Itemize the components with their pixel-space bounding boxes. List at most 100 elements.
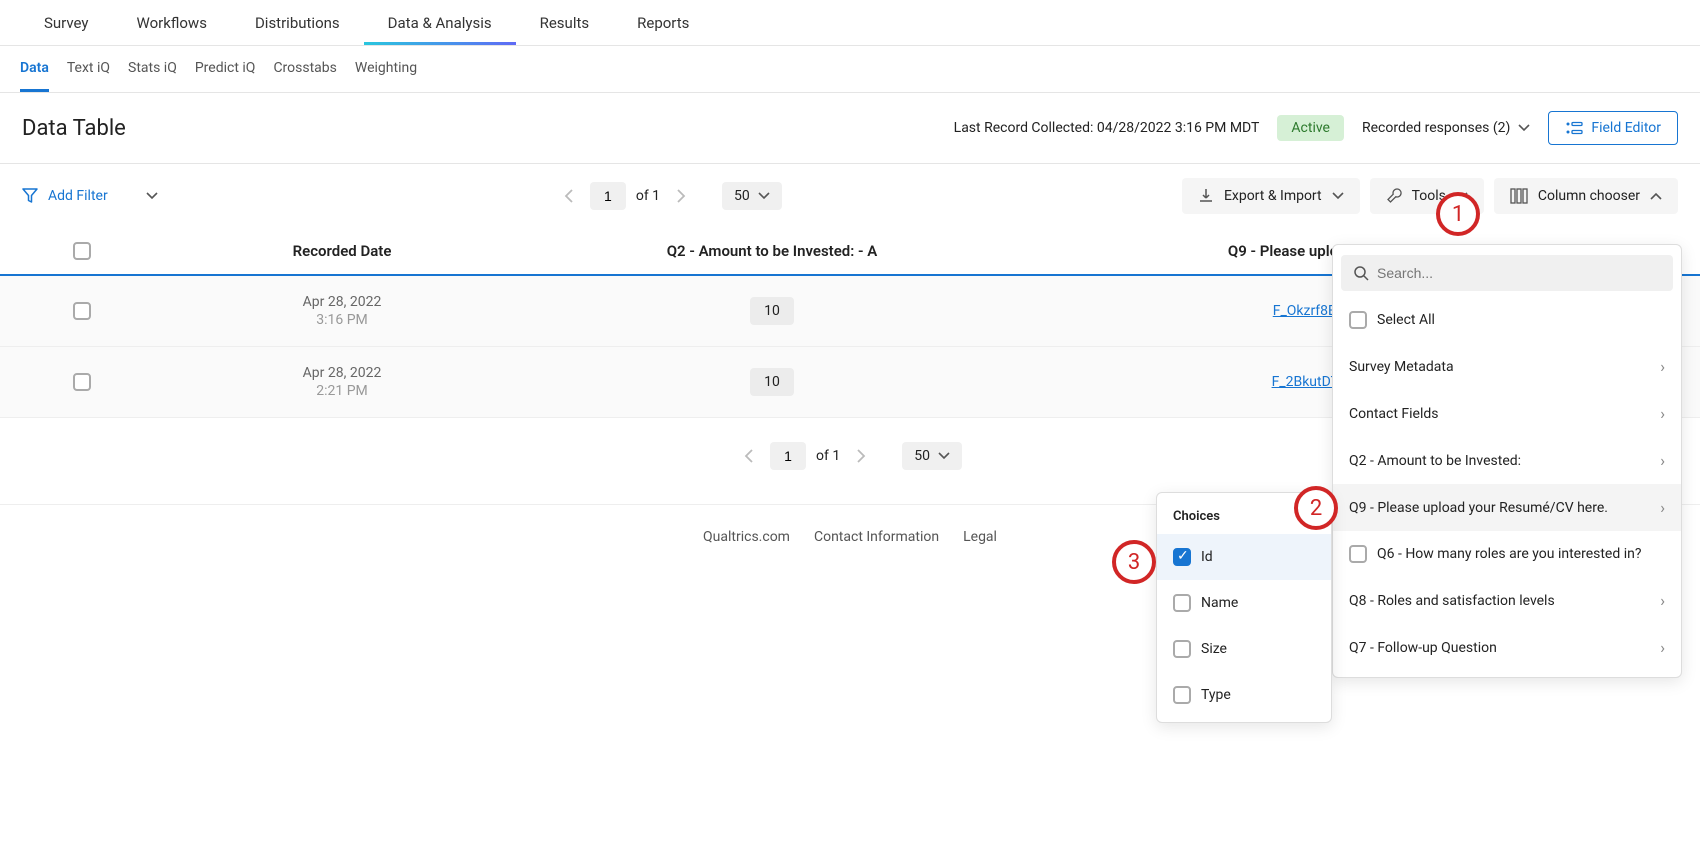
chevron-right-icon: › <box>1660 451 1665 470</box>
column-recorded-date[interactable]: Recorded Date <box>142 242 542 260</box>
chevron-down-icon <box>1518 124 1530 132</box>
annotation-3: 3 <box>1112 540 1156 584</box>
wrench-icon <box>1386 188 1402 204</box>
row-q2-value: 10 <box>750 297 794 325</box>
page-of-label: of 1 <box>816 448 840 464</box>
page-next-button[interactable] <box>850 443 872 469</box>
cc-item-label: Q9 - Please upload your Resumé/CV here. <box>1349 500 1608 516</box>
cc-item-label: Survey Metadata <box>1349 359 1454 375</box>
column-chooser-item-q8[interactable]: Q8 - Roles and satisfaction levels › <box>1333 577 1681 624</box>
field-editor-button[interactable]: Field Editor <box>1548 111 1678 145</box>
cc-item-label: Q6 - How many roles are you interested i… <box>1377 546 1641 562</box>
column-chooser-item-q7[interactable]: Q7 - Follow-up Question › <box>1333 624 1681 671</box>
page-number-input[interactable] <box>590 182 626 210</box>
choice-label: Type <box>1201 687 1231 703</box>
choice-item-id[interactable]: Id <box>1157 534 1331 580</box>
footer-legal-link[interactable]: Legal <box>963 529 997 545</box>
tab-distributions[interactable]: Distributions <box>231 2 364 44</box>
choice-size-checkbox[interactable] <box>1173 640 1191 658</box>
chevron-down-icon <box>146 192 158 200</box>
page-of-label: of 1 <box>636 188 660 204</box>
row-time: 2:21 PM <box>142 383 542 399</box>
choice-item-name[interactable]: Name <box>1157 580 1331 626</box>
footer-qualtrics-link[interactable]: Qualtrics.com <box>703 529 790 545</box>
choice-type-checkbox[interactable] <box>1173 686 1191 704</box>
select-all-checkbox[interactable] <box>73 242 91 260</box>
column-chooser-item-q2[interactable]: Q2 - Amount to be Invested: › <box>1333 437 1681 484</box>
row-time: 3:16 PM <box>142 312 542 328</box>
footer-contact-link[interactable]: Contact Information <box>814 529 939 545</box>
chevron-down-icon <box>938 452 950 460</box>
page-next-button[interactable] <box>670 183 692 209</box>
subtab-crosstabs[interactable]: Crosstabs <box>273 60 336 82</box>
column-chooser-select-all[interactable]: Select All <box>1333 297 1681 343</box>
chevron-right-icon: › <box>1660 404 1665 423</box>
annotation-1: 1 <box>1436 192 1480 236</box>
annotation-2: 2 <box>1294 486 1338 530</box>
columns-icon <box>1510 188 1528 204</box>
choice-item-size[interactable]: Size <box>1157 626 1331 672</box>
export-import-label: Export & Import <box>1224 188 1322 204</box>
add-filter-button[interactable]: Add Filter <box>22 188 158 204</box>
column-chooser-search[interactable] <box>1341 255 1673 291</box>
page-prev-button[interactable] <box>738 443 760 469</box>
subtab-data[interactable]: Data <box>20 60 49 82</box>
column-q2[interactable]: Q2 - Amount to be Invested: - A <box>542 242 1002 260</box>
column-chooser-button[interactable]: Column chooser <box>1494 178 1678 214</box>
chevron-right-icon: › <box>1660 638 1665 657</box>
tab-reports[interactable]: Reports <box>613 2 713 44</box>
page-size-dropdown[interactable]: 50 <box>902 442 962 470</box>
page-size-dropdown[interactable]: 50 <box>722 182 782 210</box>
search-icon <box>1353 265 1369 281</box>
tab-workflows[interactable]: Workflows <box>113 2 231 44</box>
column-chooser-item-contact-fields[interactable]: Contact Fields › <box>1333 390 1681 437</box>
choice-label: Name <box>1201 595 1238 611</box>
row-q2-value: 10 <box>750 368 794 396</box>
page-title: Data Table <box>22 116 126 141</box>
row-checkbox[interactable] <box>73 373 91 391</box>
field-editor-icon <box>1565 121 1583 135</box>
subtab-text-iq[interactable]: Text iQ <box>67 60 110 82</box>
cc-item-label: Q8 - Roles and satisfaction levels <box>1349 593 1555 609</box>
q6-checkbox[interactable] <box>1349 545 1367 563</box>
select-all-label: Select All <box>1377 312 1435 328</box>
column-chooser-search-input[interactable] <box>1377 265 1661 281</box>
chevron-right-icon: › <box>1660 591 1665 610</box>
choice-label: Id <box>1201 549 1213 565</box>
download-icon <box>1198 188 1214 204</box>
page-number-input[interactable] <box>770 442 806 470</box>
field-editor-label: Field Editor <box>1591 120 1661 136</box>
chevron-right-icon: › <box>1660 498 1665 517</box>
subtab-weighting[interactable]: Weighting <box>355 60 417 82</box>
column-chooser-item-q9[interactable]: Q9 - Please upload your Resumé/CV here. … <box>1333 484 1681 531</box>
choice-id-checkbox[interactable] <box>1173 548 1191 566</box>
page-size-value: 50 <box>734 188 750 204</box>
add-filter-label: Add Filter <box>48 188 108 204</box>
pagination-top: of 1 50 <box>558 182 782 210</box>
export-import-button[interactable]: Export & Import <box>1182 178 1360 214</box>
column-chooser-item-q6[interactable]: Q6 - How many roles are you interested i… <box>1333 531 1681 577</box>
select-all-checkbox[interactable] <box>1349 311 1367 329</box>
page-size-value: 50 <box>914 448 930 464</box>
column-chooser-item-survey-metadata[interactable]: Survey Metadata › <box>1333 343 1681 390</box>
status-badge: Active <box>1277 115 1344 141</box>
cc-item-label: Q7 - Follow-up Question <box>1349 640 1497 656</box>
recorded-responses-label: Recorded responses (2) <box>1362 120 1510 136</box>
subtab-predict-iq[interactable]: Predict iQ <box>195 60 256 82</box>
column-chooser-label: Column chooser <box>1538 188 1640 204</box>
cc-item-label: Contact Fields <box>1349 406 1439 422</box>
chevron-down-icon <box>758 192 770 200</box>
sub-tabs: Data Text iQ Stats iQ Predict iQ Crossta… <box>0 46 1700 93</box>
page-prev-button[interactable] <box>558 183 580 209</box>
recorded-responses-dropdown[interactable]: Recorded responses (2) <box>1362 120 1530 136</box>
chevron-right-icon: › <box>1660 357 1665 376</box>
row-date: Apr 28, 2022 <box>142 365 542 381</box>
tab-results[interactable]: Results <box>516 2 614 44</box>
subtab-stats-iq[interactable]: Stats iQ <box>128 60 177 82</box>
tab-survey[interactable]: Survey <box>20 2 113 44</box>
row-checkbox[interactable] <box>73 302 91 320</box>
main-tabs: Survey Workflows Distributions Data & An… <box>0 0 1700 46</box>
choice-name-checkbox[interactable] <box>1173 594 1191 612</box>
tab-data-analysis[interactable]: Data & Analysis <box>364 2 516 44</box>
choice-item-type[interactable]: Type <box>1157 672 1331 718</box>
